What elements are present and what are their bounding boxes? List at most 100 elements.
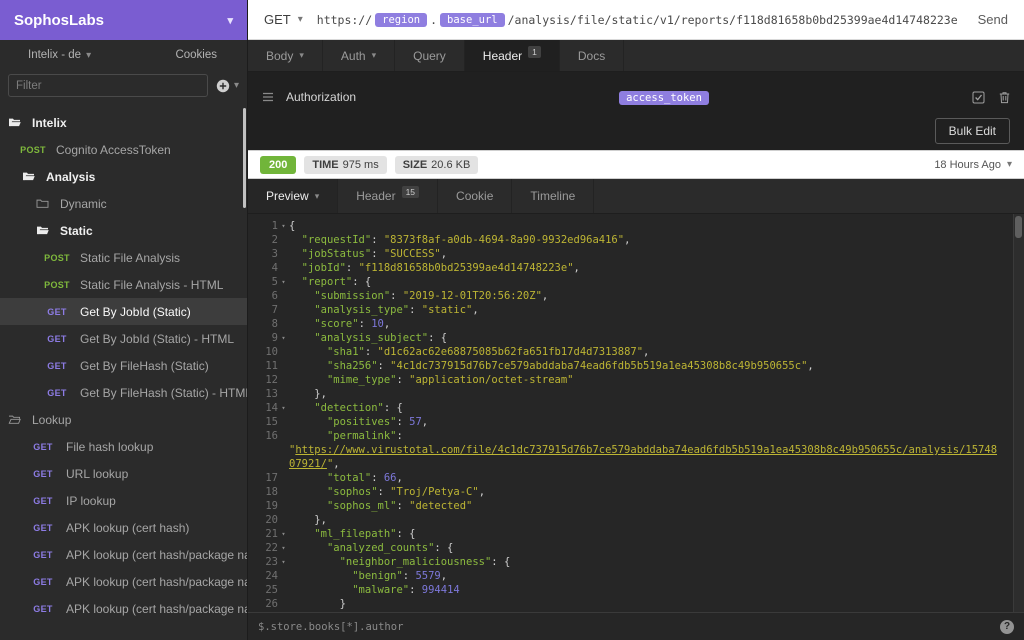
drag-handle-icon[interactable] — [262, 92, 274, 102]
code-token: "detected" — [409, 500, 472, 512]
app-window: SophosLabs ▾ Intelix - de ▾ Cookies ▾ In… — [0, 0, 1024, 640]
url-dot: . — [430, 13, 437, 27]
line-number: 12 — [248, 373, 278, 387]
code-token: : { — [428, 332, 447, 344]
fold-spacer — [278, 569, 289, 583]
tab-docs[interactable]: Docs — [560, 40, 624, 71]
chevron-down-icon: ▾ — [372, 50, 377, 61]
sidebar-folder-analysis[interactable]: Analysis — [0, 163, 247, 190]
tab-header[interactable]: Header1 — [465, 40, 560, 71]
header-name[interactable]: Authorization — [286, 90, 356, 104]
tab-label: Docs — [578, 49, 605, 63]
sidebar-scrollbar[interactable] — [243, 108, 246, 208]
sidebar-folder-static[interactable]: Static — [0, 217, 247, 244]
main-panel: GET ▾ https:// region . base_url /analys… — [248, 0, 1024, 640]
code-text: "positives": 57, — [289, 415, 428, 429]
region-variable-pill[interactable]: region — [375, 13, 427, 27]
fold-icon[interactable]: ▾ — [278, 219, 289, 233]
code-token: : { — [434, 542, 453, 554]
code-line: 11 "sha256": "4c1dc737915d76b7ce579abdda… — [248, 359, 1024, 373]
code-token: , — [574, 262, 580, 274]
fold-spacer — [278, 261, 289, 275]
tab-body[interactable]: Body▾ — [248, 40, 323, 71]
sidebar-item-static-file-analysis-html[interactable]: POSTStatic File Analysis - HTML — [0, 271, 247, 298]
tab-auth[interactable]: Auth▾ — [323, 40, 395, 71]
fold-icon[interactable]: ▾ — [278, 541, 289, 555]
code-line: 17 "total": 66, — [248, 471, 1024, 485]
cookies-button[interactable]: Cookies — [175, 49, 217, 61]
code-token: "4c1dc737915d76b7ce579abddaba74ead6fdb5b… — [390, 360, 807, 372]
workspace-switcher[interactable]: SophosLabs ▾ — [0, 0, 247, 40]
item-label: APK lookup (cert hash/package nam... — [66, 602, 247, 616]
virustotal-link[interactable]: https://www.virustotal.com/file/4c1dc737… — [295, 444, 997, 456]
sidebar-item-url-lookup[interactable]: GETURL lookup — [0, 460, 247, 487]
bulk-edit-button[interactable]: Bulk Edit — [935, 118, 1010, 144]
sidebar-item-get-by-filehash-static-html[interactable]: GETGet By FileHash (Static) - HTML — [0, 379, 247, 406]
folder-closed-icon — [36, 198, 54, 209]
code-token: }, — [289, 388, 327, 400]
sidebar-folder-intelix[interactable]: Intelix — [0, 109, 247, 136]
code-token: : — [365, 346, 378, 358]
send-button[interactable]: Send — [978, 12, 1008, 27]
response-tab-preview[interactable]: Preview▾ — [248, 179, 338, 213]
response-filter-input[interactable] — [258, 621, 1000, 633]
code-token: "permalink" — [327, 430, 397, 442]
response-history-dropdown[interactable]: 18 Hours Ago ▾ — [934, 159, 1012, 171]
method-badge: POST — [18, 145, 48, 155]
tab-count-badge: 1 — [528, 46, 541, 58]
base-url-variable-pill[interactable]: base_url — [440, 13, 505, 27]
sidebar-folder-lookup[interactable]: Lookup — [0, 406, 247, 433]
sidebar-item-get-by-jobid-static-html[interactable]: GET Get By JobId (Static) - HTML — [0, 325, 247, 352]
create-request-button[interactable]: ▾ — [216, 79, 239, 93]
fold-icon[interactable]: ▾ — [278, 401, 289, 415]
code-token: : — [396, 374, 409, 386]
code-text: }, — [289, 513, 327, 527]
tab-label: Cookie — [456, 189, 493, 203]
sidebar-folder-dynamic[interactable]: Dynamic — [0, 190, 247, 217]
virustotal-link[interactable]: 07921/ — [289, 458, 327, 470]
sidebar-item-apk-lookup-cert-hash[interactable]: GETAPK lookup (cert hash) — [0, 514, 247, 541]
response-scrollbar[interactable] — [1013, 214, 1024, 612]
response-tab-cookie[interactable]: Cookie — [438, 179, 512, 213]
url-input[interactable]: https:// region . base_url /analysis/fil… — [317, 13, 964, 27]
status-badge: 200 — [260, 156, 296, 174]
code-token: "benign" — [352, 570, 403, 582]
sidebar-item-apk-lookup-cert-hash-package-nam[interactable]: GETAPK lookup (cert hash/package nam... — [0, 595, 247, 622]
fold-icon[interactable]: ▾ — [278, 527, 289, 541]
fold-spacer — [278, 583, 289, 597]
code-token: "mime_type" — [327, 374, 397, 386]
scrollbar-thumb[interactable] — [1015, 216, 1022, 238]
header-value-cell[interactable]: access_token — [356, 88, 972, 106]
sidebar-item-apk-lookup-cert-hash-package-nam[interactable]: GETAPK lookup (cert hash/package nam... — [0, 568, 247, 595]
checkbox-icon[interactable] — [972, 91, 985, 104]
sidebar-filter-input[interactable] — [8, 74, 208, 97]
sidebar-item-get-by-jobid-static[interactable]: GETGet By JobId (Static) — [0, 298, 247, 325]
sidebar-item-file-hash-lookup[interactable]: GETFile hash lookup — [0, 433, 247, 460]
code-line: 5▾ "report": { — [248, 275, 1024, 289]
method-badge: GET — [42, 334, 72, 344]
trash-icon[interactable] — [999, 91, 1010, 104]
response-tab-timeline[interactable]: Timeline — [512, 179, 594, 213]
fold-icon[interactable]: ▾ — [278, 331, 289, 345]
sidebar-item-ip-lookup[interactable]: GETIP lookup — [0, 487, 247, 514]
access-token-variable-pill[interactable]: access_token — [619, 91, 709, 105]
method-badge: GET — [28, 442, 58, 452]
method-dropdown[interactable]: GET ▾ — [264, 12, 303, 27]
fold-icon[interactable]: ▾ — [278, 555, 289, 569]
tab-query[interactable]: Query — [395, 40, 465, 71]
environment-selector[interactable]: Intelix - de ▾ — [28, 49, 91, 61]
code-token: "SUCCESS" — [384, 248, 441, 260]
code-token: "score" — [314, 318, 358, 330]
fold-icon[interactable]: ▾ — [278, 275, 289, 289]
code-token: "malware" — [352, 584, 409, 596]
help-icon[interactable]: ? — [1000, 620, 1014, 634]
item-label: Get By JobId (Static) - HTML — [80, 332, 234, 346]
line-number: 13 — [248, 387, 278, 401]
response-tab-header[interactable]: Header15 — [338, 179, 438, 213]
sidebar-item-static-file-analysis[interactable]: POSTStatic File Analysis — [0, 244, 247, 271]
sidebar-item-get-by-filehash-static[interactable]: GETGet By FileHash (Static) — [0, 352, 247, 379]
sidebar-item-apk-lookup-cert-hash-package-name[interactable]: GETAPK lookup (cert hash/package name) — [0, 541, 247, 568]
size-label: SIZE — [403, 159, 427, 171]
sidebar-item-cognito-accesstoken[interactable]: POSTCognito AccessToken — [0, 136, 247, 163]
code-token: , — [542, 290, 548, 302]
